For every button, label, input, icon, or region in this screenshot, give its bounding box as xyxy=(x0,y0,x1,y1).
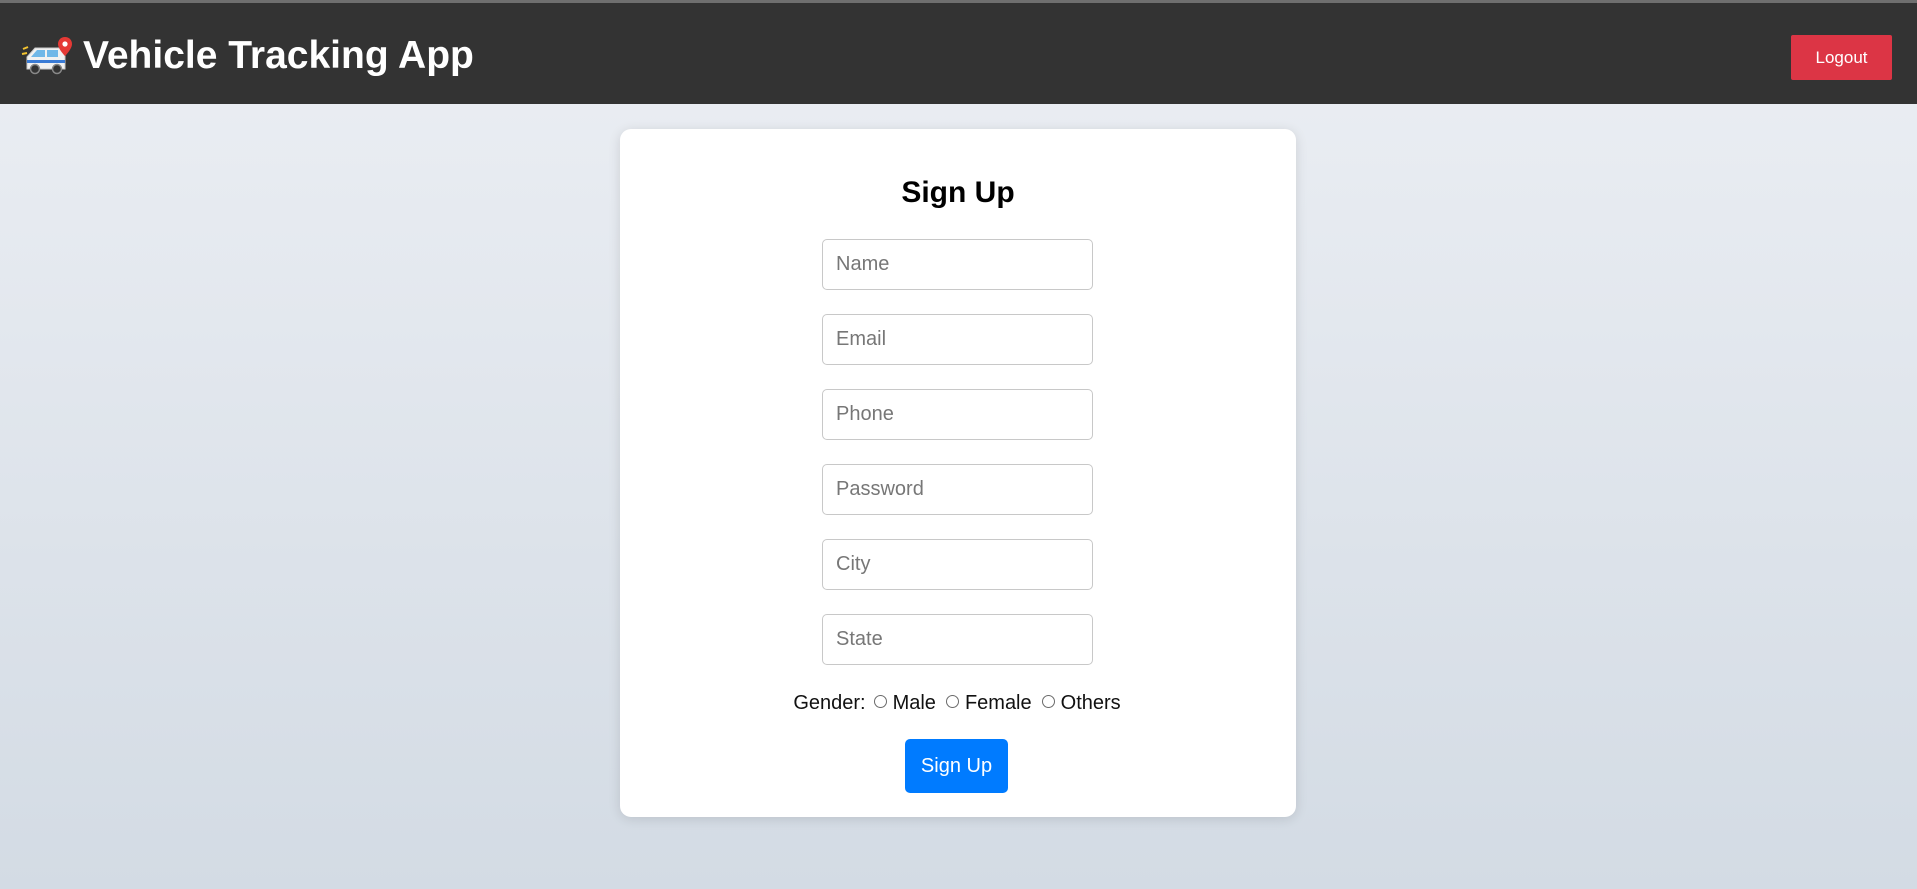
name-input[interactable] xyxy=(822,239,1093,290)
van-with-location-pin-icon xyxy=(21,35,73,77)
brand: Vehicle Tracking App xyxy=(21,31,474,81)
gender-radio-female[interactable] xyxy=(945,694,959,708)
state-input[interactable] xyxy=(822,614,1093,665)
app-header: Vehicle Tracking App Logout xyxy=(0,3,1917,104)
app-title: Vehicle Tracking App xyxy=(83,34,474,77)
logout-button[interactable]: Logout xyxy=(1791,35,1892,80)
gender-selector: Gender: Male Female Others xyxy=(620,688,1296,718)
gender-option-female-label[interactable]: Female xyxy=(965,692,1032,715)
gender-label: Gender: xyxy=(793,691,866,714)
gender-radio-male[interactable] xyxy=(873,694,887,708)
gender-option-others-label[interactable]: Others xyxy=(1061,692,1121,715)
city-input[interactable] xyxy=(822,539,1093,590)
gender-option-male-label[interactable]: Male xyxy=(893,692,936,715)
signup-card: Sign Up Gender: Male Female Others Sign … xyxy=(620,129,1296,817)
signup-submit-button[interactable]: Sign Up xyxy=(905,739,1008,793)
password-input[interactable] xyxy=(822,464,1093,515)
gender-radio-others[interactable] xyxy=(1041,694,1055,708)
phone-input[interactable] xyxy=(822,389,1093,440)
email-input[interactable] xyxy=(822,314,1093,365)
form-title: Sign Up xyxy=(901,176,1015,209)
